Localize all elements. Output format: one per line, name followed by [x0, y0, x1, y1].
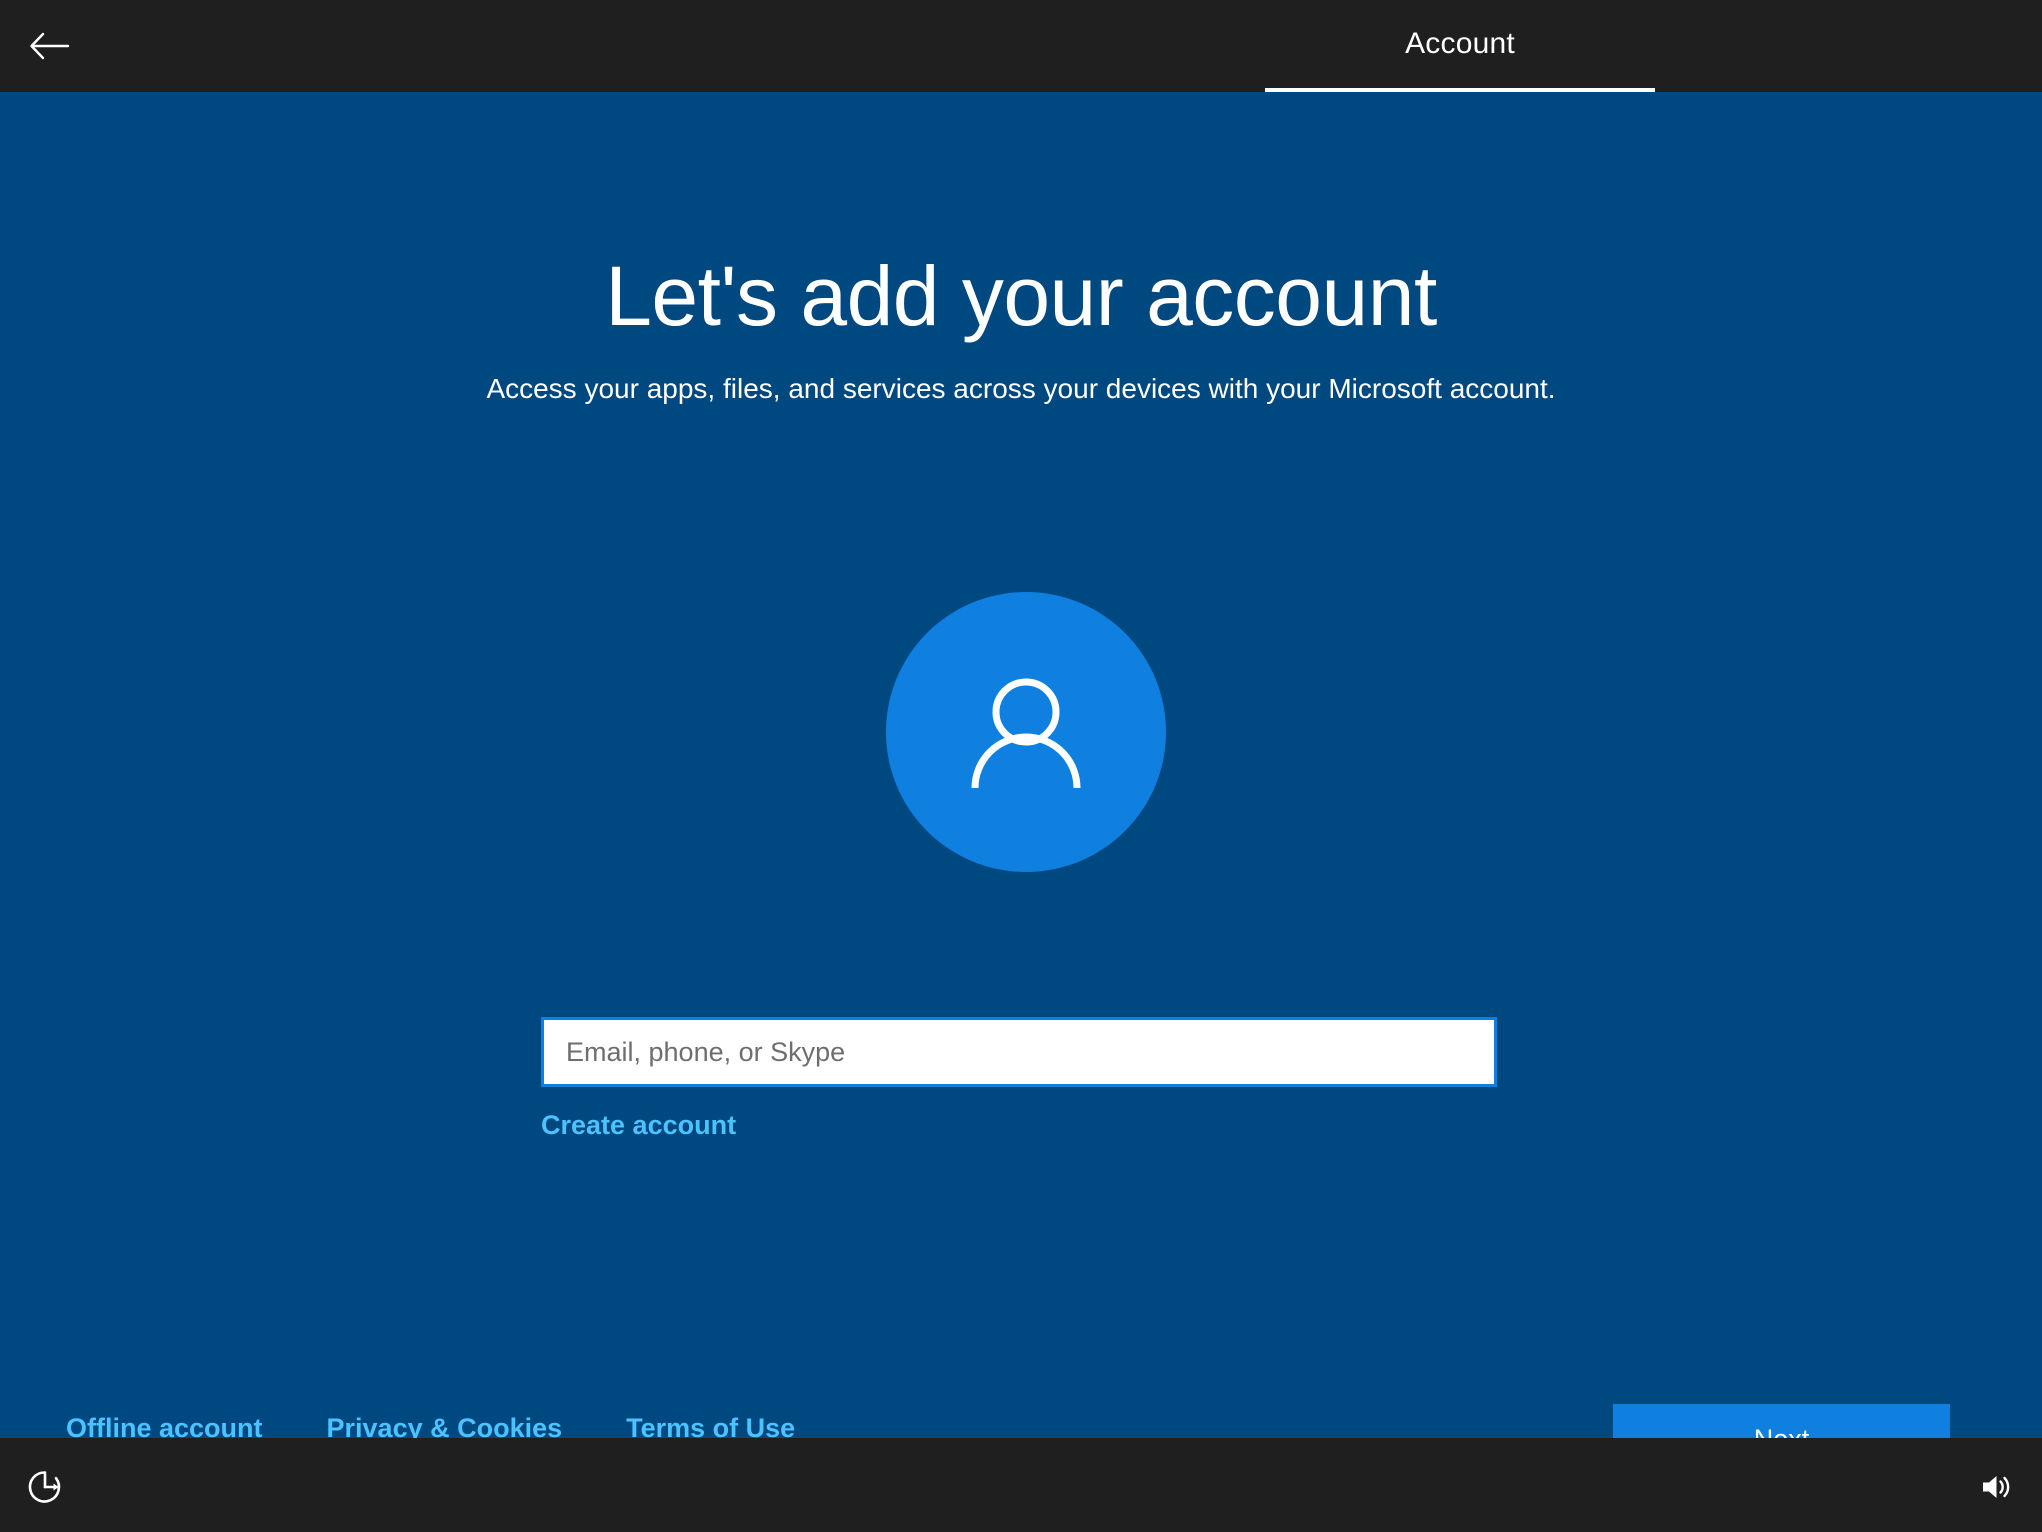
create-account-link[interactable]: Create account	[541, 1110, 736, 1141]
back-arrow-icon	[28, 31, 72, 61]
oobe-screen: Account Let's add your account Access yo…	[0, 0, 2042, 1532]
page-subtitle: Access your apps, files, and services ac…	[486, 373, 1556, 404]
page-title: Let's add your account	[605, 249, 1437, 343]
tab-account-label: Account	[1405, 27, 1515, 60]
content-area: Let's add your account Access your apps,…	[0, 92, 2042, 1475]
person-icon	[956, 662, 1096, 802]
volume-button[interactable]	[1968, 1458, 2026, 1516]
back-button[interactable]	[14, 10, 86, 82]
ease-of-access-button[interactable]	[16, 1458, 74, 1516]
avatar	[886, 592, 1166, 872]
bottom-chrome-bar	[0, 1438, 2042, 1532]
account-input[interactable]	[544, 1020, 1494, 1084]
ease-of-access-icon	[25, 1467, 65, 1507]
tab-account[interactable]: Account	[1265, 18, 1655, 92]
account-input-container[interactable]	[541, 1017, 1497, 1087]
top-chrome-bar: Account	[0, 0, 2042, 92]
volume-speaker-icon	[1977, 1467, 2017, 1507]
